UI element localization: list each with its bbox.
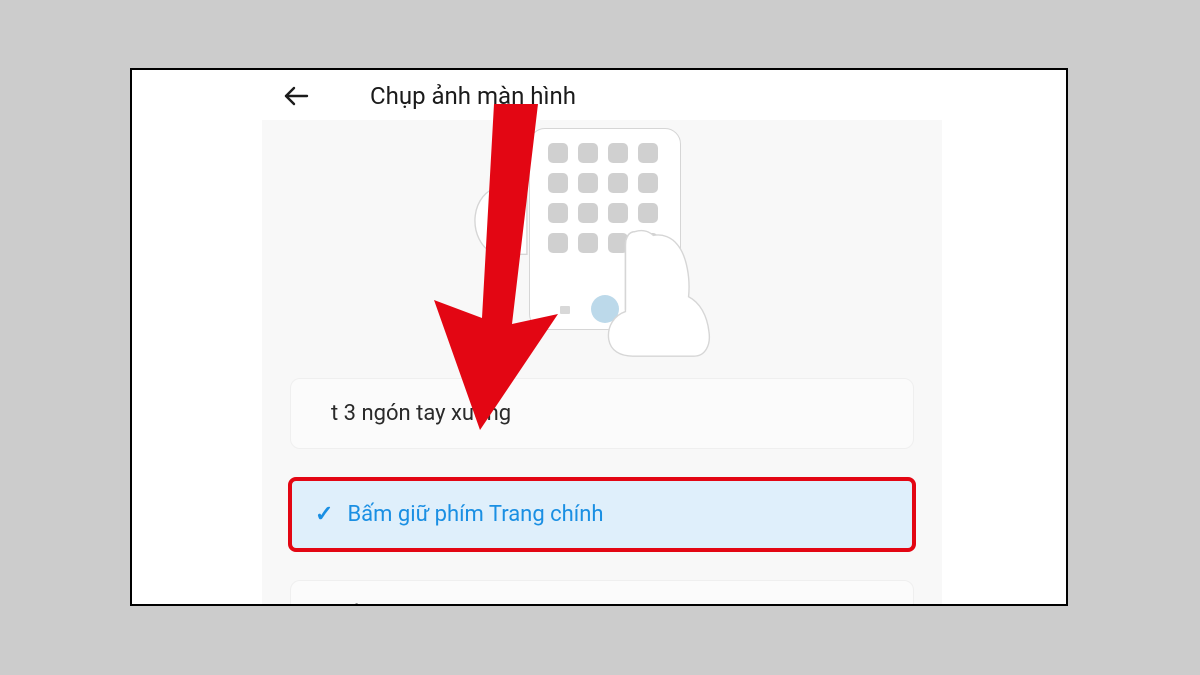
app-icon bbox=[608, 173, 628, 193]
app-icon bbox=[638, 143, 658, 163]
option-hold-menu-key[interactable]: Bấm giữ phím Menu bbox=[290, 580, 914, 606]
option-hold-home-key[interactable]: ✓ Bấm giữ phím Trang chính bbox=[290, 479, 914, 550]
back-arrow-icon[interactable] bbox=[282, 82, 310, 110]
option-label: t 3 ngón tay xuống bbox=[331, 401, 511, 426]
app-icon bbox=[638, 203, 658, 223]
gesture-illustration bbox=[477, 128, 727, 358]
app-icon bbox=[548, 203, 568, 223]
app-icon bbox=[548, 143, 568, 163]
settings-screen: Chụp ảnh màn hình bbox=[262, 70, 942, 604]
app-icon bbox=[578, 203, 598, 223]
app-icon bbox=[548, 173, 568, 193]
app-icon bbox=[608, 143, 628, 163]
app-icon bbox=[638, 173, 658, 193]
app-icon bbox=[608, 203, 628, 223]
option-swipe-three-fingers[interactable]: t 3 ngón tay xuống bbox=[290, 378, 914, 449]
app-icon bbox=[548, 233, 568, 253]
checkmark-icon: ✓ bbox=[315, 502, 333, 527]
option-label: Bấm giữ phím Trang chính bbox=[347, 502, 603, 527]
option-label: Bấm giữ phím Menu bbox=[331, 603, 528, 606]
options-list: t 3 ngón tay xuống ✓ Bấm giữ phím Trang … bbox=[262, 378, 942, 606]
hand-outline-right-icon bbox=[597, 228, 717, 358]
screenshot-frame: Chụp ảnh màn hình bbox=[130, 68, 1068, 606]
header-bar: Chụp ảnh màn hình bbox=[262, 70, 942, 120]
app-icon bbox=[578, 173, 598, 193]
phone-nav-left-icon bbox=[560, 306, 570, 314]
app-icon bbox=[578, 233, 598, 253]
app-icon bbox=[578, 143, 598, 163]
page-title: Chụp ảnh màn hình bbox=[370, 82, 576, 110]
hand-outline-left-icon bbox=[467, 138, 537, 258]
